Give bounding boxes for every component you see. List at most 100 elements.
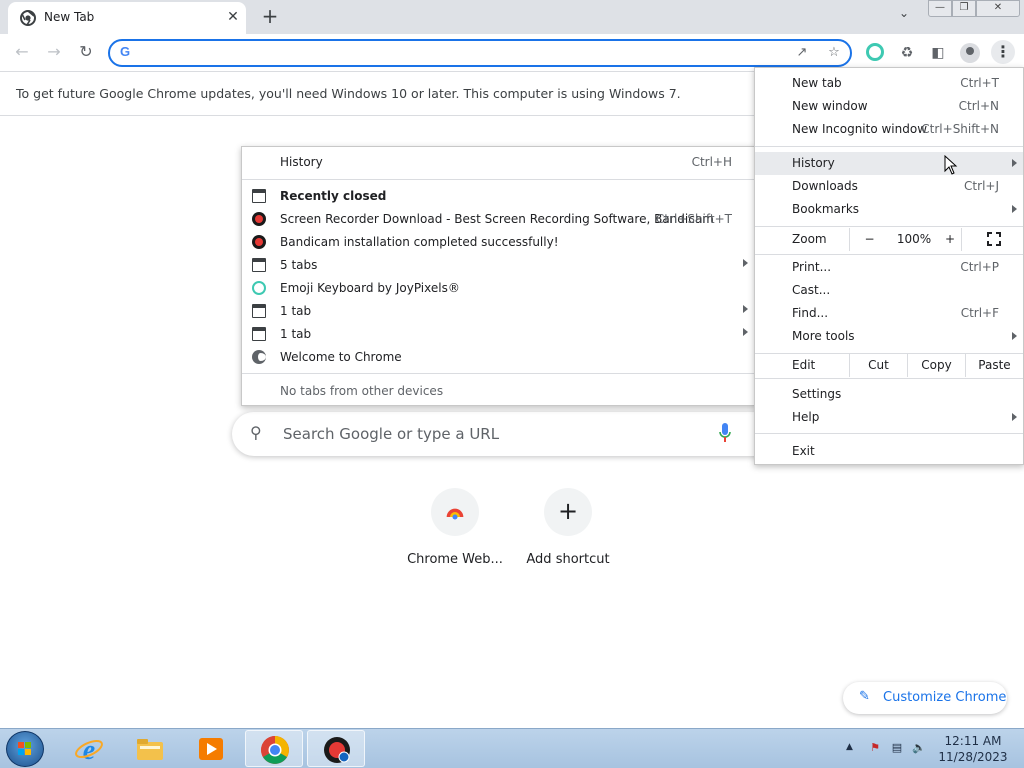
recent-item[interactable]: Bandicam installation completed successf… [242, 231, 756, 254]
taskbar-internet-explorer[interactable]: e [60, 730, 118, 767]
volume-muted-icon[interactable]: 🔈 [912, 741, 926, 755]
taskbar-clock[interactable]: 12:11 AM 11/28/2023 [938, 733, 1008, 765]
menu-print[interactable]: Print... Ctrl+P [755, 256, 1023, 279]
recent-item[interactable]: 5 tabs [242, 254, 756, 277]
forward-icon[interactable]: → [43, 42, 65, 64]
zoom-in-button[interactable]: + [939, 228, 961, 251]
menu-help[interactable]: Help [755, 406, 1023, 429]
taskbar-media-player[interactable] [182, 730, 240, 767]
chrome-web-store-icon [431, 488, 479, 536]
taskbar-bandicam[interactable] [307, 730, 365, 767]
menu-bookmarks[interactable]: Bookmarks [755, 198, 1023, 221]
menu-settings[interactable]: Settings [755, 383, 1023, 406]
menu-label: Downloads [792, 179, 858, 193]
menu-label: Cast... [792, 283, 831, 297]
submenu-arrow-icon [743, 305, 748, 313]
cut-button[interactable]: Cut [849, 354, 907, 377]
reload-icon[interactable]: ↻ [75, 42, 97, 64]
side-panel-icon[interactable]: ◧ [927, 42, 949, 64]
system-tray: ▲ ⚑ ▤ 🔈 12:11 AM 11/28/2023 [844, 729, 1024, 768]
history-submenu: History Ctrl+H Recently closed Screen Re… [241, 146, 757, 406]
menu-label: New window [792, 99, 868, 113]
menu-cast[interactable]: Cast... [755, 279, 1023, 302]
zoom-level: 100% [896, 232, 932, 246]
menu-more-tools[interactable]: More tools [755, 325, 1023, 348]
zoom-out-button[interactable]: − [849, 228, 889, 251]
separator [755, 433, 1023, 434]
folder-icon [137, 739, 163, 760]
show-hidden-icons-icon[interactable]: ▲ [846, 742, 853, 752]
submenu-arrow-icon [743, 328, 748, 336]
chrome-icon [20, 10, 36, 26]
recent-item[interactable]: 1 tab [242, 300, 756, 323]
window-close-button[interactable]: ✕ [976, 0, 1020, 17]
recent-item[interactable]: 1 tab [242, 323, 756, 346]
menu-label: Edit [792, 358, 816, 372]
paste-button[interactable]: Paste [965, 354, 1023, 377]
minimize-button[interactable]: — [928, 0, 952, 17]
network-icon[interactable]: ▤ [890, 741, 904, 755]
history-shortcut: Ctrl+H [691, 155, 732, 169]
recent-item-label: Screen Recorder Download - Best Screen R… [280, 212, 714, 226]
puzzle-extensions-icon[interactable]: ♻ [896, 42, 918, 64]
menu-label: Settings [792, 387, 842, 401]
menu-new-incognito-window[interactable]: New Incognito window Ctrl+Shift+N [755, 118, 1023, 141]
close-tab-icon[interactable]: ✕ [224, 8, 242, 26]
fullscreen-icon[interactable] [987, 232, 1001, 246]
taskbar-file-explorer[interactable] [121, 730, 179, 767]
start-button[interactable] [6, 731, 44, 767]
bandicam-icon [252, 212, 266, 226]
clock-date: 11/28/2023 [938, 750, 1008, 764]
menu-find[interactable]: Find... Ctrl+F [755, 302, 1023, 325]
customize-chrome-button[interactable]: ✎ Customize Chrome [843, 682, 1007, 714]
menu-shortcut: Ctrl+T [960, 76, 999, 90]
microphone-icon[interactable] [718, 422, 732, 444]
windows-taskbar: e ▲ ⚑ ▤ 🔈 12:11 AM 11/28/2023 [0, 728, 1024, 768]
copy-button[interactable]: Copy [907, 354, 965, 377]
other-devices-label: No tabs from other devices [280, 384, 444, 398]
tab-group-icon [252, 327, 266, 341]
internet-explorer-icon: e [75, 735, 103, 764]
recent-item[interactable]: Emoji Keyboard by JoyPixels® [242, 277, 756, 300]
recent-item[interactable]: Welcome to Chrome [242, 346, 756, 369]
emoji-keyboard-extension-icon[interactable] [866, 43, 884, 61]
recent-item-shortcut: Ctrl+Shift+T [655, 212, 732, 226]
history-menu-item[interactable]: History Ctrl+H [242, 151, 756, 174]
action-center-flag-icon[interactable]: ⚑ [868, 741, 882, 755]
taskbar-chrome[interactable] [245, 730, 303, 767]
new-tab-button[interactable]: + [258, 5, 282, 29]
recent-item[interactable]: Screen Recorder Download - Best Screen R… [242, 208, 756, 231]
tab-group-icon [252, 258, 266, 272]
tab-new-tab[interactable]: New Tab ✕ [8, 2, 246, 34]
chrome-menu-icon[interactable]: ⋮ [991, 40, 1015, 64]
share-icon[interactable]: ↗ [792, 44, 812, 64]
menu-shortcut: Ctrl+N [958, 99, 999, 113]
recent-item-label: Bandicam installation completed successf… [280, 235, 559, 249]
profile-avatar-icon[interactable] [960, 43, 980, 63]
shortcut-label: Chrome Web... [407, 552, 503, 567]
omnibox[interactable]: G ↗ ☆ [108, 39, 852, 67]
menu-downloads[interactable]: Downloads Ctrl+J [755, 175, 1023, 198]
media-player-icon [199, 738, 223, 760]
bandicam-icon [324, 737, 350, 763]
restore-button[interactable]: ❐ [952, 0, 976, 17]
back-icon[interactable]: ← [11, 42, 33, 64]
menu-label: Print... [792, 260, 832, 274]
menu-exit[interactable]: Exit [755, 440, 1023, 463]
menu-new-tab[interactable]: New tab Ctrl+T [755, 72, 1023, 95]
menu-zoom: Zoom − 100% + [755, 228, 1023, 251]
history-label: History [280, 155, 323, 169]
ntp-search-box[interactable]: ⚲ Search Google or type a URL [232, 412, 792, 456]
infobar-message: To get future Google Chrome updates, you… [16, 86, 681, 101]
menu-new-window[interactable]: New window Ctrl+N [755, 95, 1023, 118]
separator [755, 146, 1023, 147]
menu-label: Find... [792, 306, 829, 320]
shortcut-chrome-web-store[interactable]: Chrome Web... [399, 488, 511, 578]
bookmark-star-icon[interactable]: ☆ [824, 44, 844, 64]
shortcut-add[interactable]: + Add shortcut [512, 488, 624, 578]
menu-history[interactable]: History [755, 152, 1023, 175]
zoom-divider [961, 228, 962, 251]
svg-text:e: e [83, 735, 95, 764]
mouse-cursor-icon [944, 155, 958, 175]
tab-search-icon[interactable]: ⌄ [893, 6, 915, 26]
